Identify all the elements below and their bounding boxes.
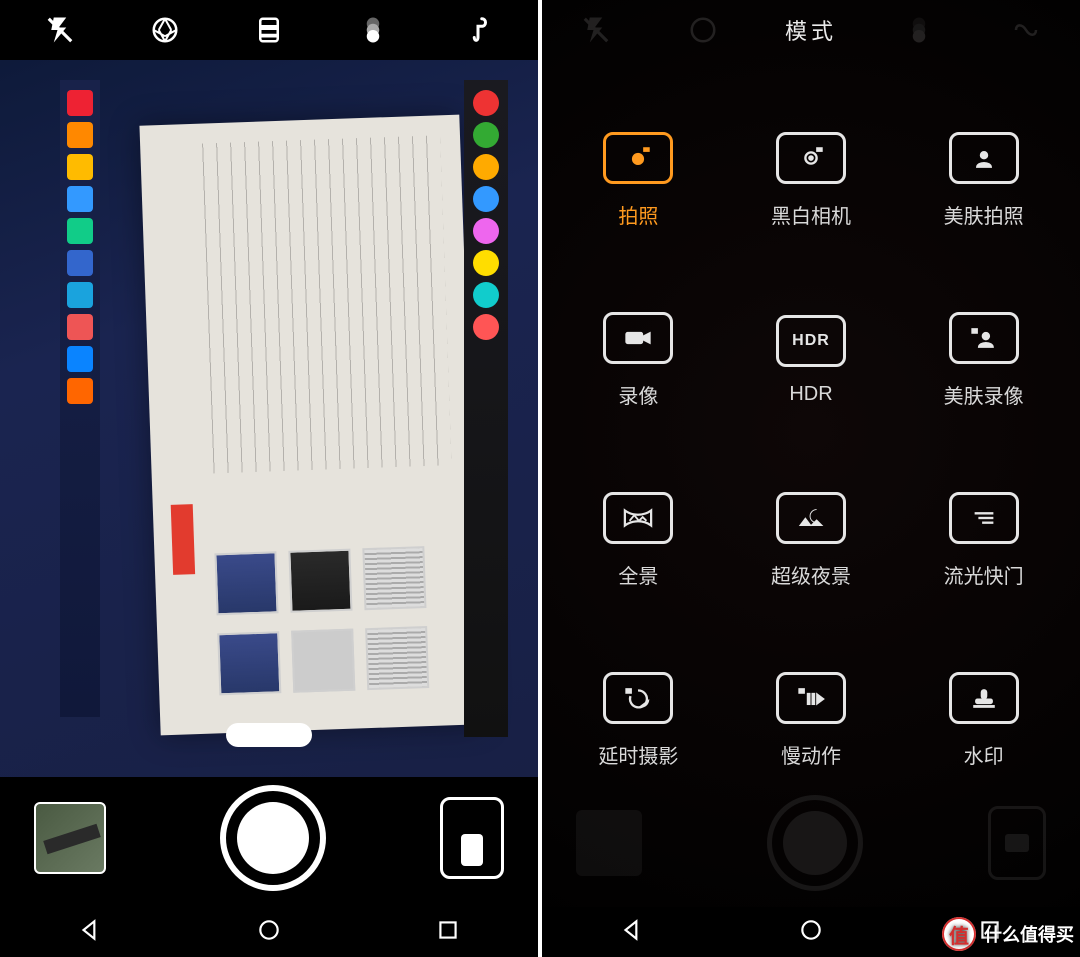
viewfinder[interactable]	[0, 60, 538, 777]
camera-bw-icon	[796, 146, 826, 170]
slowmo-icon	[796, 686, 826, 710]
mode-label: 录像	[618, 380, 658, 409]
nav-home-button[interactable]	[798, 917, 824, 948]
mode-label: 美肤录像	[944, 380, 1024, 409]
smzdm-badge-icon: 值	[942, 917, 976, 951]
nav-back-button[interactable]	[619, 917, 645, 948]
mode-label: 超级夜景	[771, 560, 851, 589]
night-icon	[796, 506, 826, 530]
camera-icon	[623, 146, 653, 170]
mode-label: 慢动作	[781, 740, 841, 769]
stack-icon	[891, 2, 947, 58]
hook-icon[interactable]	[450, 2, 506, 58]
browser-sidebar-preview	[464, 80, 508, 737]
desktop-taskbar-preview	[60, 80, 100, 717]
modes-title: 模式	[785, 14, 837, 46]
camera-bottom-toolbar	[0, 773, 538, 903]
aperture-icon[interactable]	[137, 2, 193, 58]
portrait-video-icon	[969, 326, 999, 350]
light-trail-icon	[969, 506, 999, 530]
mode-monochrome[interactable]: 黑白相机	[725, 90, 898, 270]
filter-icon[interactable]	[241, 2, 297, 58]
gallery-thumbnail	[576, 810, 642, 876]
nav-home-button[interactable]	[256, 917, 282, 948]
camera-viewfinder-screen	[0, 0, 538, 957]
aperture-icon	[675, 2, 731, 58]
switch-camera-button	[988, 806, 1046, 880]
camera-modes-screen: 模式 拍照 黑白相机 美肤拍照 录像 HDR HDR	[542, 0, 1080, 957]
mode-night[interactable]: 超级夜景	[725, 450, 898, 630]
smzdm-text: 什么值得买	[984, 921, 1074, 947]
stack-icon[interactable]	[345, 2, 401, 58]
mode-label: 黑白相机	[771, 200, 851, 229]
mode-label: HDR	[789, 383, 832, 406]
shutter-button	[767, 795, 863, 891]
camera-top-toolbar	[0, 0, 538, 60]
smzdm-watermark: 值 什么值得买	[942, 917, 1074, 951]
mode-label: 流光快门	[944, 560, 1024, 589]
video-icon	[623, 326, 653, 350]
shutter-button[interactable]	[220, 785, 326, 891]
mode-light-paint[interactable]: 流光快门	[897, 450, 1070, 630]
flash-off-icon[interactable]	[32, 2, 88, 58]
flash-off-icon	[568, 2, 624, 58]
mode-beauty-video[interactable]: 美肤录像	[897, 270, 1070, 450]
panorama-icon	[623, 506, 653, 530]
switch-camera-button[interactable]	[440, 797, 504, 879]
nav-recent-button[interactable]	[435, 917, 461, 948]
hdr-icon: HDR	[792, 332, 830, 350]
mode-beauty-photo[interactable]: 美肤拍照	[897, 90, 1070, 270]
autofocus-indicator	[226, 723, 312, 747]
loop-icon	[998, 2, 1054, 58]
nav-back-button[interactable]	[77, 917, 103, 948]
gallery-thumbnail[interactable]	[34, 802, 106, 874]
mode-label: 拍照	[618, 200, 658, 229]
modes-topbar: 模式	[542, 0, 1080, 60]
android-navbar	[0, 907, 538, 957]
mode-label: 全景	[618, 560, 658, 589]
modes-grid: 拍照 黑白相机 美肤拍照 录像 HDR HDR 美肤录像	[542, 90, 1080, 827]
mode-label: 美肤拍照	[944, 200, 1024, 229]
mode-video[interactable]: 录像	[552, 270, 725, 450]
stamp-icon	[969, 686, 999, 710]
ghost-bottom-toolbar	[542, 783, 1080, 903]
mode-label: 水印	[964, 740, 1004, 769]
mode-photo[interactable]: 拍照	[552, 90, 725, 270]
timelapse-icon	[623, 686, 653, 710]
mode-label: 延时摄影	[598, 740, 678, 769]
document-preview	[139, 115, 480, 736]
portrait-icon	[969, 146, 999, 170]
mode-hdr[interactable]: HDR HDR	[725, 270, 898, 450]
mode-panorama[interactable]: 全景	[552, 450, 725, 630]
